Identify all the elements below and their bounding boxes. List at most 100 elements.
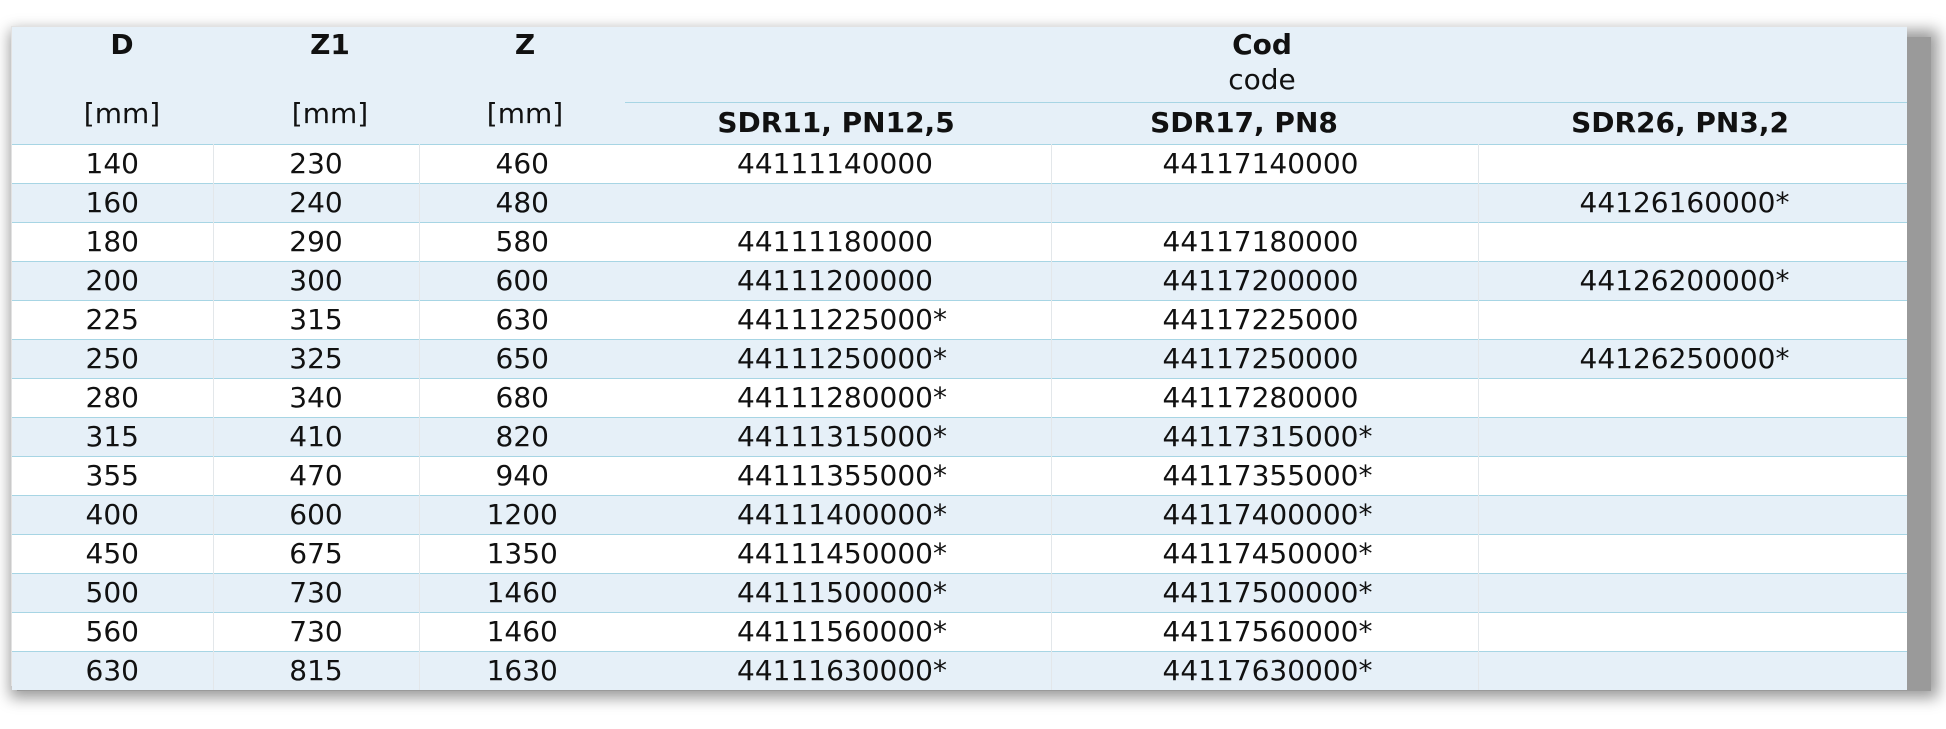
cell-sdr17: 44117250000 bbox=[1051, 339, 1479, 379]
cell-z1: 410 bbox=[213, 417, 420, 457]
table-row: 400 600 1200 44111400000* 44117400000* bbox=[12, 495, 1907, 535]
cell-z1: 300 bbox=[213, 261, 420, 301]
cell-z1: 325 bbox=[213, 339, 420, 379]
table-row: 630 815 1630 44111630000* 44117630000* bbox=[12, 651, 1907, 690]
cell-d: 250 bbox=[12, 339, 214, 379]
cell-sdr26 bbox=[1478, 456, 1907, 496]
table-row: 225 315 630 44111225000* 44117225000 bbox=[12, 300, 1907, 340]
cell-sdr17: 44117140000 bbox=[1051, 144, 1479, 184]
cell-sdr11: 44111355000* bbox=[625, 456, 1052, 496]
cell-sdr17 bbox=[1051, 183, 1479, 223]
cell-z: 1460 bbox=[419, 612, 625, 652]
cell-z1: 315 bbox=[213, 300, 420, 340]
cell-d: 355 bbox=[12, 456, 214, 496]
cell-sdr11 bbox=[625, 183, 1052, 223]
header-sdr17: SDR17, PN8 bbox=[1150, 106, 1338, 139]
cell-z1: 600 bbox=[213, 495, 420, 535]
cell-z1: 815 bbox=[213, 651, 420, 690]
cell-z: 650 bbox=[419, 339, 625, 379]
cell-sdr26 bbox=[1478, 573, 1907, 613]
table-row: 250 325 650 44111250000* 44117250000 44126250… bbox=[12, 339, 1907, 379]
cell-d: 225 bbox=[12, 300, 214, 340]
header-sdr26: SDR26, PN3,2 bbox=[1571, 106, 1789, 139]
cell-z1: 230 bbox=[213, 144, 420, 184]
table-row: 180 290 580 44111180000 44117180000 bbox=[12, 222, 1907, 262]
cell-sdr17: 44117200000 bbox=[1051, 261, 1479, 301]
header-z: Z bbox=[514, 28, 536, 61]
cell-sdr17: 44117450000* bbox=[1051, 534, 1479, 574]
header-d: D bbox=[110, 28, 134, 61]
unit-z: [mm] bbox=[486, 97, 564, 130]
cell-sdr26 bbox=[1478, 300, 1907, 340]
table-row: 280 340 680 44111280000* 44117280000 bbox=[12, 378, 1907, 418]
cell-sdr17: 44117225000 bbox=[1051, 300, 1479, 340]
cell-sdr17: 44117355000* bbox=[1051, 456, 1479, 496]
table-row: 500 730 1460 44111500000* 44117500000* bbox=[12, 573, 1907, 613]
cell-sdr26: 44126250000* bbox=[1478, 339, 1907, 379]
cell-sdr11: 44111225000* bbox=[625, 300, 1052, 340]
table-row: 560 730 1460 44111560000* 44117560000* bbox=[12, 612, 1907, 652]
data-grid: 140 230 460 44111140000 44117140000 160 240 480… bbox=[12, 144, 1907, 690]
table-row: 160 240 480 44126160000* bbox=[12, 183, 1907, 223]
cell-sdr26: 44126200000* bbox=[1478, 261, 1907, 301]
table-body: 140 230 460 44111140000 44117140000 160 240 480… bbox=[12, 144, 1907, 690]
cell-sdr17: 44117400000* bbox=[1051, 495, 1479, 535]
cell-sdr26 bbox=[1478, 378, 1907, 418]
cell-sdr17: 44117280000 bbox=[1051, 378, 1479, 418]
cell-z: 460 bbox=[419, 144, 625, 184]
table-row: 200 300 600 44111200000 44117200000 441262000… bbox=[12, 261, 1907, 301]
cell-sdr11: 44111250000* bbox=[625, 339, 1052, 379]
table-row: 450 675 1350 44111450000* 44117450000* bbox=[12, 534, 1907, 574]
cell-z1: 470 bbox=[213, 456, 420, 496]
cell-z1: 290 bbox=[213, 222, 420, 262]
cell-sdr17: 44117560000* bbox=[1051, 612, 1479, 652]
cell-sdr11: 44111280000* bbox=[625, 378, 1052, 418]
cell-z: 1630 bbox=[419, 651, 625, 690]
cell-z: 600 bbox=[419, 261, 625, 301]
cell-d: 400 bbox=[12, 495, 214, 535]
cell-d: 560 bbox=[12, 612, 214, 652]
cell-sdr11: 44111400000* bbox=[625, 495, 1052, 535]
table-row: 140 230 460 44111140000 44117140000 bbox=[12, 144, 1907, 184]
cell-d: 180 bbox=[12, 222, 214, 262]
cell-sdr17: 44117180000 bbox=[1051, 222, 1479, 262]
cell-d: 200 bbox=[12, 261, 214, 301]
cell-d: 160 bbox=[12, 183, 214, 223]
cell-sdr11: 44111315000* bbox=[625, 417, 1052, 457]
table-row: 355 470 940 44111355000* 44117355000* bbox=[12, 456, 1907, 496]
cell-z1: 240 bbox=[213, 183, 420, 223]
cell-z: 480 bbox=[419, 183, 625, 223]
cell-z: 1350 bbox=[419, 534, 625, 574]
cell-z1: 675 bbox=[213, 534, 420, 574]
cell-z1: 340 bbox=[213, 378, 420, 418]
cell-sdr26 bbox=[1478, 417, 1907, 457]
cell-sdr11: 44111140000 bbox=[625, 144, 1052, 184]
cell-sdr26 bbox=[1478, 534, 1907, 574]
cell-sdr26: 44126160000* bbox=[1478, 183, 1907, 223]
cell-d: 315 bbox=[12, 417, 214, 457]
cell-z1: 730 bbox=[213, 573, 420, 613]
cell-sdr11: 44111200000 bbox=[625, 261, 1052, 301]
cell-z: 680 bbox=[419, 378, 625, 418]
table-row: 315 410 820 44111315000* 44117315000* bbox=[12, 417, 1907, 457]
cell-d: 500 bbox=[12, 573, 214, 613]
header-sdr11: SDR11, PN12,5 bbox=[717, 106, 955, 139]
cell-sdr11: 44111560000* bbox=[625, 612, 1052, 652]
cell-sdr11: 44111450000* bbox=[625, 534, 1052, 574]
cell-sdr26 bbox=[1478, 144, 1907, 184]
cell-z: 1200 bbox=[419, 495, 625, 535]
cell-z1: 730 bbox=[213, 612, 420, 652]
cell-d: 630 bbox=[12, 651, 214, 690]
dimension-table: D Z1 Z Cod code [mm] [mm] [mm] SDR11, PN… bbox=[11, 26, 1907, 690]
header-code: code bbox=[1228, 63, 1296, 96]
cell-sdr11: 44111180000 bbox=[625, 222, 1052, 262]
cell-z: 1460 bbox=[419, 573, 625, 613]
cell-sdr26 bbox=[1478, 222, 1907, 262]
cell-sdr17: 44117315000* bbox=[1051, 417, 1479, 457]
table-header: D Z1 Z Cod code [mm] [mm] [mm] SDR11, PN… bbox=[12, 27, 1907, 144]
cell-d: 140 bbox=[12, 144, 214, 184]
header-cod: Cod bbox=[1232, 28, 1292, 61]
cell-z: 580 bbox=[419, 222, 625, 262]
unit-d: [mm] bbox=[83, 97, 161, 130]
cell-z: 630 bbox=[419, 300, 625, 340]
